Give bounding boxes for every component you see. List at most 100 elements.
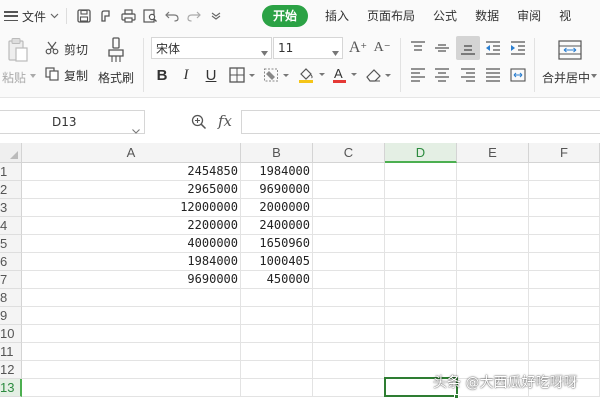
cell-b2[interactable]: 9690000 — [241, 181, 313, 199]
cell-f11[interactable] — [529, 343, 600, 361]
cell-a7[interactable]: 9690000 — [22, 271, 241, 289]
tab-review[interactable]: 审阅 — [508, 0, 550, 32]
cell-b10[interactable] — [241, 325, 313, 343]
cell-f2[interactable] — [529, 181, 600, 199]
cell-b5[interactable]: 1650960 — [241, 235, 313, 253]
cell-a3[interactable]: 12000000 — [22, 199, 241, 217]
cell-c4[interactable] — [313, 217, 385, 235]
cell-c8[interactable] — [313, 289, 385, 307]
copy-icon[interactable] — [44, 66, 60, 82]
tab-home[interactable]: 开始 — [262, 5, 309, 27]
row-header-9[interactable]: 9 — [0, 307, 22, 325]
row-header-8[interactable]: 8 — [0, 289, 22, 307]
cell-a8[interactable] — [22, 289, 241, 307]
cell-a12[interactable] — [22, 361, 241, 379]
cell-b8[interactable] — [241, 289, 313, 307]
more-icon[interactable] — [205, 5, 227, 27]
align-top-button[interactable] — [408, 38, 428, 58]
indent-decrease-button[interactable] — [483, 38, 503, 58]
cut-icon[interactable] — [44, 40, 60, 56]
tab-insert[interactable]: 插入 — [316, 0, 358, 32]
cell-d8[interactable] — [385, 289, 457, 307]
cell-e1[interactable] — [457, 163, 529, 181]
border-button[interactable] — [228, 64, 258, 86]
column-header-e[interactable]: E — [457, 143, 529, 163]
paste-button[interactable]: 粘贴 — [2, 69, 26, 86]
cell-b4[interactable]: 2400000 — [241, 217, 313, 235]
tab-page-layout[interactable]: 页面布局 — [358, 0, 424, 32]
cell-a10[interactable] — [22, 325, 241, 343]
format-painter-icon[interactable] — [105, 35, 127, 65]
row-header-1[interactable]: 1 — [0, 163, 22, 181]
undo-icon[interactable] — [161, 5, 183, 27]
cell-c11[interactable] — [313, 343, 385, 361]
underline-button[interactable]: U — [200, 64, 222, 86]
cell-d11[interactable] — [385, 343, 457, 361]
paste-dropdown-icon[interactable] — [28, 69, 38, 83]
format-icon[interactable] — [95, 5, 117, 27]
cell-f7[interactable] — [529, 271, 600, 289]
cell-a6[interactable]: 1984000 — [22, 253, 241, 271]
align-right-button[interactable] — [458, 65, 478, 85]
fill-color-button[interactable] — [296, 64, 328, 86]
italic-button[interactable]: I — [176, 64, 196, 86]
cell-b12[interactable] — [241, 361, 313, 379]
cell-c13[interactable] — [313, 379, 385, 397]
menu-icon[interactable] — [4, 11, 18, 21]
cell-f1[interactable] — [529, 163, 600, 181]
cell-d1[interactable] — [385, 163, 457, 181]
cell-d5[interactable] — [385, 235, 457, 253]
cell-c7[interactable] — [313, 271, 385, 289]
justify-button[interactable] — [483, 65, 503, 85]
row-header-11[interactable]: 11 — [0, 343, 22, 361]
cell-c2[interactable] — [313, 181, 385, 199]
copy-button[interactable]: 复制 — [64, 67, 88, 84]
font-color-button[interactable]: A — [330, 64, 360, 86]
cell-e6[interactable] — [457, 253, 529, 271]
cell-a11[interactable] — [22, 343, 241, 361]
cell-f4[interactable] — [529, 217, 600, 235]
cell-f9[interactable] — [529, 307, 600, 325]
cell-f6[interactable] — [529, 253, 600, 271]
cell-f8[interactable] — [529, 289, 600, 307]
indent-increase-button[interactable] — [508, 38, 528, 58]
select-all-corner[interactable] — [0, 143, 22, 163]
cell-c10[interactable] — [313, 325, 385, 343]
cell-c9[interactable] — [313, 307, 385, 325]
file-menu-label[interactable]: 文件 — [22, 8, 46, 25]
grow-font-button[interactable]: A + — [348, 37, 368, 59]
tab-view[interactable]: 视 — [550, 0, 580, 32]
redo-icon[interactable] — [183, 5, 205, 27]
row-header-13[interactable]: 13 — [0, 379, 22, 397]
column-header-c[interactable]: C — [313, 143, 385, 163]
cell-a1[interactable]: 2454850 — [22, 163, 241, 181]
cell-b13[interactable] — [241, 379, 313, 397]
row-header-12[interactable]: 12 — [0, 361, 22, 379]
cell-f10[interactable] — [529, 325, 600, 343]
align-left-button[interactable] — [408, 65, 428, 85]
cell-d4[interactable] — [385, 217, 457, 235]
cell-d7[interactable] — [385, 271, 457, 289]
cell-b9[interactable] — [241, 307, 313, 325]
row-header-3[interactable]: 3 — [0, 199, 22, 217]
save-icon[interactable] — [73, 5, 95, 27]
cell-c6[interactable] — [313, 253, 385, 271]
row-header-2[interactable]: 2 — [0, 181, 22, 199]
cell-d9[interactable] — [385, 307, 457, 325]
cell-e7[interactable] — [457, 271, 529, 289]
cell-f5[interactable] — [529, 235, 600, 253]
cell-e10[interactable] — [457, 325, 529, 343]
chevron-down-icon[interactable] — [48, 10, 60, 22]
print-preview-icon[interactable] — [139, 5, 161, 27]
bold-button[interactable]: B — [152, 64, 172, 86]
cut-button[interactable]: 剪切 — [64, 41, 88, 58]
cell-f3[interactable] — [529, 199, 600, 217]
clear-button[interactable] — [364, 64, 394, 86]
row-header-5[interactable]: 5 — [0, 235, 22, 253]
cell-a13[interactable] — [22, 379, 241, 397]
cell-b11[interactable] — [241, 343, 313, 361]
cell-b3[interactable]: 2000000 — [241, 199, 313, 217]
tab-data[interactable]: 数据 — [466, 0, 508, 32]
cell-c1[interactable] — [313, 163, 385, 181]
cell-e11[interactable] — [457, 343, 529, 361]
